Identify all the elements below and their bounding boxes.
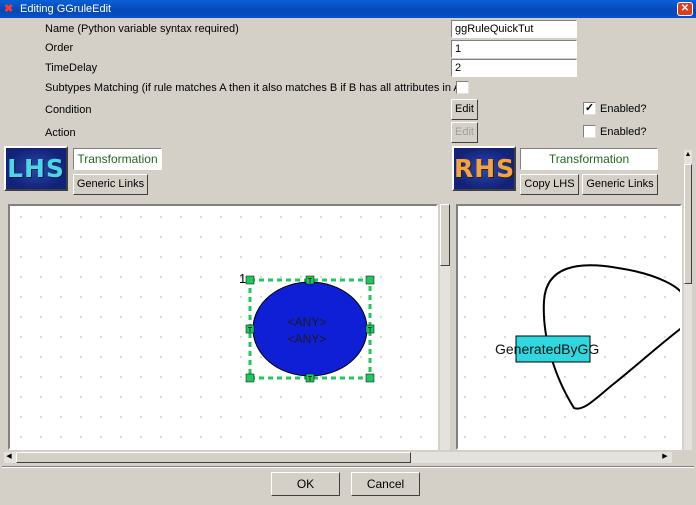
scroll-up-icon[interactable]: ▲	[683, 150, 693, 160]
rhs-logo-text: RHS	[454, 154, 516, 183]
action-enabled-label: Enabled?	[600, 126, 647, 138]
port-glyph-left: T	[248, 327, 253, 334]
lhs-logo: LHS	[4, 146, 68, 191]
timedelay-input[interactable]: 2	[451, 59, 577, 77]
action-label: Action	[45, 127, 76, 139]
action-edit-button[interactable]: Edit	[451, 122, 478, 143]
resize-handle-nw[interactable]	[245, 275, 255, 285]
condition-enabled-label: Enabled?	[600, 103, 647, 115]
copy-lhs-button[interactable]: Copy LHS	[520, 174, 579, 195]
timedelay-label: TimeDelay	[45, 62, 98, 74]
rhs-generic-links-button[interactable]: Generic Links	[582, 174, 658, 195]
cancel-button[interactable]: Cancel	[351, 472, 420, 496]
subtypes-checkbox[interactable]	[456, 81, 469, 94]
order-label: Order	[45, 42, 74, 54]
scroll-right-icon[interactable]: ▶	[660, 452, 670, 462]
node-index: 1	[239, 271, 246, 286]
lhs-generic-links-button[interactable]: Generic Links	[73, 174, 148, 195]
ok-button[interactable]: OK	[271, 472, 340, 496]
subtypes-label: Subtypes Matching (if rule matches A the…	[45, 82, 465, 94]
condition-enabled-checkbox[interactable]: ✓	[583, 102, 596, 115]
condition-edit-button[interactable]: Edit	[451, 99, 478, 120]
lhs-vscroll-thumb[interactable]	[440, 204, 450, 266]
close-button[interactable]: ✕	[677, 2, 693, 16]
scroll-left-icon[interactable]: ◀	[4, 452, 14, 462]
resize-handle-ne[interactable]	[365, 275, 375, 285]
action-enabled-checkbox[interactable]	[583, 125, 596, 138]
condition-label: Condition	[45, 104, 92, 116]
close-icon: ✕	[680, 3, 690, 14]
name-label: Name (Python variable syntax required)	[45, 23, 239, 35]
hscroll-thumb[interactable]	[16, 452, 411, 463]
lhs-transformation-field[interactable]: Transformation	[73, 148, 162, 170]
port-glyph-bottom: T	[308, 376, 313, 383]
rhs-canvas[interactable]: GeneratedByGG	[456, 204, 682, 450]
button-separator	[2, 466, 694, 468]
rhs-vscroll-thumb[interactable]	[684, 164, 692, 284]
lhs-any-node[interactable]	[252, 281, 368, 377]
lhs-vertical-scrollbar[interactable]	[440, 204, 450, 450]
node-attr-1: <ANY>	[288, 315, 327, 329]
rhs-vertical-scrollbar[interactable]: ▲	[684, 150, 692, 450]
lhs-canvas-drawing: 1 <ANY> <ANY> T T T T	[10, 206, 436, 448]
title-bar: ✖ Editing GGruleEdit ✕	[0, 0, 696, 18]
port-glyph-top: T	[308, 278, 313, 285]
lhs-canvas[interactable]: 1 <ANY> <ANY> T T T T	[8, 204, 438, 450]
order-input[interactable]: 1	[451, 40, 577, 58]
rhs-transformation-field[interactable]: Transformation	[520, 148, 658, 170]
rhs-logo: RHS	[452, 146, 516, 191]
horizontal-scrollbar[interactable]: ◀ ▶	[4, 452, 672, 463]
rhs-canvas-drawing: GeneratedByGG	[458, 206, 680, 448]
rhs-node-label: GeneratedByGG	[495, 341, 599, 357]
port-glyph-right: T	[368, 327, 373, 334]
resize-handle-se[interactable]	[365, 373, 375, 383]
node-attr-2: <ANY>	[288, 332, 327, 346]
window-title: Editing GGruleEdit	[20, 3, 112, 15]
lhs-logo-text: LHS	[7, 154, 65, 183]
name-input[interactable]: ggRuleQuickTut	[451, 20, 577, 38]
app-icon: ✖	[4, 3, 14, 15]
resize-handle-sw[interactable]	[245, 373, 255, 383]
checkmark-icon: ✓	[584, 102, 595, 114]
